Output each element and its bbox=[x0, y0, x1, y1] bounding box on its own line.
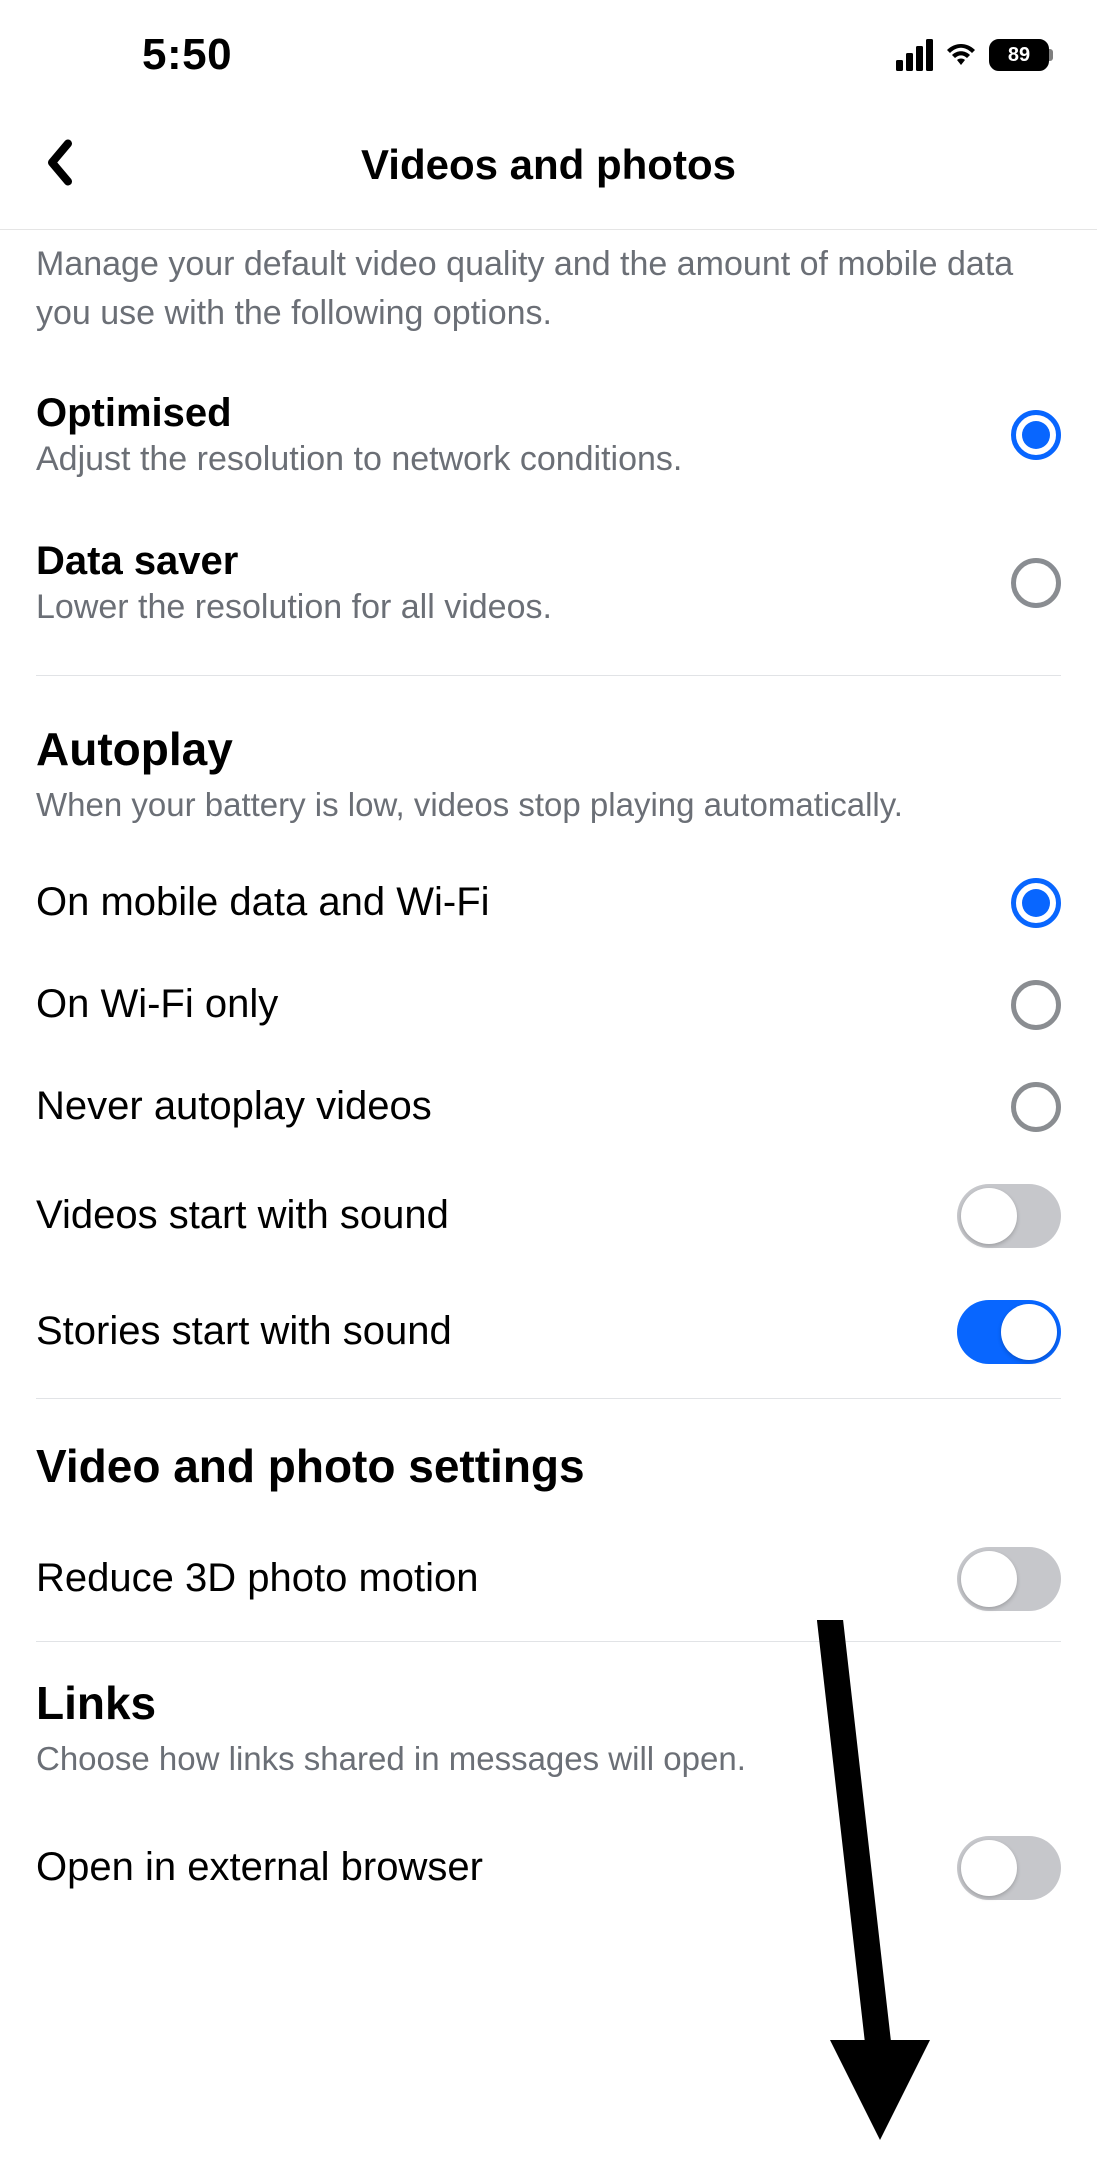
label-stories-sound: Stories start with sound bbox=[36, 1309, 452, 1354]
option-datasaver[interactable]: Data saver Lower the resolution for all … bbox=[36, 509, 1061, 657]
label-videos-sound: Videos start with sound bbox=[36, 1193, 449, 1238]
row-stories-sound[interactable]: Stories start with sound bbox=[36, 1274, 1061, 1390]
row-reduce-3d[interactable]: Reduce 3D photo motion bbox=[36, 1521, 1061, 1637]
divider bbox=[36, 675, 1061, 676]
toggle-reduce-3d[interactable] bbox=[957, 1547, 1061, 1611]
row-videos-sound[interactable]: Videos start with sound bbox=[36, 1158, 1061, 1274]
option-optimised[interactable]: Optimised Adjust the resolution to netwo… bbox=[36, 361, 1061, 509]
option-optimised-sub: Adjust the resolution to network conditi… bbox=[36, 440, 983, 479]
toggle-videos-sound[interactable] bbox=[957, 1184, 1061, 1248]
radio-datasaver[interactable] bbox=[1011, 558, 1061, 608]
label-reduce-3d: Reduce 3D photo motion bbox=[36, 1556, 479, 1601]
toggle-external-browser[interactable] bbox=[957, 1836, 1061, 1900]
section-sub-autoplay: When your battery is low, videos stop pl… bbox=[36, 782, 1061, 828]
option-optimised-text: Optimised Adjust the resolution to netwo… bbox=[36, 391, 1011, 479]
row-external-browser[interactable]: Open in external browser bbox=[36, 1810, 1061, 1926]
option-autoplay-wifi-only[interactable]: On Wi-Fi only bbox=[36, 954, 1061, 1056]
radio-optimised[interactable] bbox=[1011, 410, 1061, 460]
option-optimised-title: Optimised bbox=[36, 391, 983, 436]
page-title: Videos and photos bbox=[361, 141, 736, 189]
section-sub-links: Choose how links shared in messages will… bbox=[36, 1736, 1061, 1782]
label-autoplay-wifi-only: On Wi-Fi only bbox=[36, 982, 278, 1027]
option-datasaver-sub: Lower the resolution for all videos. bbox=[36, 588, 983, 627]
status-indicators: 89 bbox=[896, 39, 1049, 71]
section-heading-video-photo: Video and photo settings bbox=[36, 1439, 1061, 1493]
section-heading-links: Links bbox=[36, 1676, 1061, 1730]
label-autoplay-never: Never autoplay videos bbox=[36, 1084, 432, 1129]
cellular-signal-icon bbox=[896, 39, 933, 71]
battery-icon: 89 bbox=[989, 39, 1049, 71]
nav-header: Videos and photos bbox=[0, 100, 1097, 230]
toggle-stories-sound[interactable] bbox=[957, 1300, 1061, 1364]
radio-autoplay-wifi-only[interactable] bbox=[1011, 980, 1061, 1030]
label-autoplay-mobile-wifi: On mobile data and Wi-Fi bbox=[36, 880, 490, 925]
divider bbox=[36, 1398, 1061, 1399]
option-datasaver-title: Data saver bbox=[36, 539, 983, 584]
label-external-browser: Open in external browser bbox=[36, 1845, 483, 1890]
divider bbox=[36, 1641, 1061, 1642]
option-autoplay-never[interactable]: Never autoplay videos bbox=[36, 1056, 1061, 1158]
back-button[interactable] bbox=[34, 129, 84, 200]
wifi-icon bbox=[943, 41, 979, 69]
status-time: 5:50 bbox=[142, 30, 232, 80]
chevron-left-icon bbox=[44, 139, 74, 185]
option-datasaver-text: Data saver Lower the resolution for all … bbox=[36, 539, 1011, 627]
radio-autoplay-never[interactable] bbox=[1011, 1082, 1061, 1132]
status-bar: 5:50 89 bbox=[0, 0, 1097, 100]
section-heading-autoplay: Autoplay bbox=[36, 722, 1061, 776]
radio-autoplay-mobile-wifi[interactable] bbox=[1011, 878, 1061, 928]
settings-content: Manage your default video quality and th… bbox=[0, 230, 1097, 1926]
battery-percentage: 89 bbox=[1008, 44, 1030, 67]
option-autoplay-mobile-wifi[interactable]: On mobile data and Wi-Fi bbox=[36, 852, 1061, 954]
quality-intro-text: Manage your default video quality and th… bbox=[36, 230, 1061, 339]
